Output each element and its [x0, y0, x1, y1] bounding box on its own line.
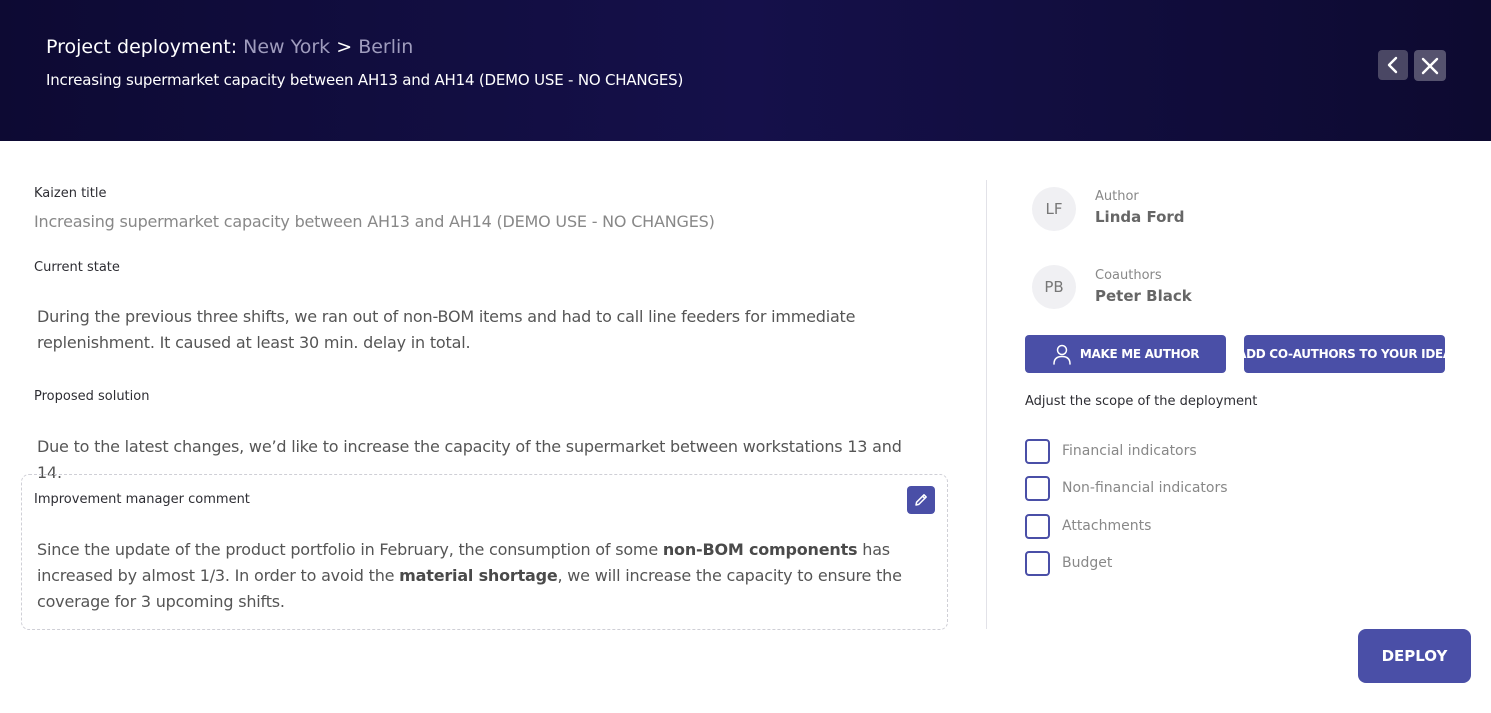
checkbox[interactable] [1025, 438, 1050, 464]
comment-text: Since the update of the product portfoli… [37, 537, 927, 615]
comment-highlight: material shortage [399, 566, 558, 585]
user-icon [1053, 344, 1071, 365]
scope-title: Adjust the scope of the deployment [1025, 394, 1258, 409]
checkbox[interactable] [1025, 550, 1050, 576]
proposed-solution-label: Proposed solution [34, 389, 150, 404]
comment-highlight: non-BOM components [662, 540, 858, 559]
coauthor-avatar: PB [1032, 265, 1076, 309]
scope-option-budget[interactable]: Budget [1025, 550, 1113, 576]
idea-details: Kaizen title Increasing supermarket capa… [0, 141, 986, 713]
coauthor-name: Peter Black [1095, 287, 1192, 305]
scope-option-label: Budget [1062, 555, 1113, 571]
kaizen-title-value: Increasing supermarket capacity between … [34, 212, 715, 231]
author-name: Linda Ford [1095, 208, 1185, 226]
make-me-author-label: MAKE ME AUTHOR [1079, 347, 1200, 361]
scope-option-non-financial[interactable]: Non-financial indicators [1025, 475, 1228, 501]
coauthor-role: Coauthors [1095, 268, 1162, 283]
page-title: Project deployment: New York > Berlin [46, 36, 413, 58]
route-from: New York [243, 36, 331, 58]
title-prefix: Project deployment: [46, 36, 238, 58]
kaizen-title-label: Kaizen title [34, 186, 107, 201]
scope-option-label: Financial indicators [1062, 443, 1197, 459]
current-state-text: During the previous three shifts, we ran… [37, 307, 856, 352]
page-header: Project deployment: New York > Berlin In… [0, 0, 1491, 141]
deploy-button[interactable]: DEPLOY [1358, 629, 1471, 683]
edit-comment-button[interactable] [907, 486, 935, 514]
chevron-left-icon [1387, 56, 1398, 74]
checkbox[interactable] [1025, 513, 1050, 539]
close-button[interactable] [1414, 50, 1446, 81]
close-icon [1421, 57, 1439, 74]
scope-option-label: Attachments [1062, 518, 1152, 534]
scope-option-financial[interactable]: Financial indicators [1025, 438, 1197, 464]
scope-option-label: Non-financial indicators [1062, 480, 1228, 496]
column-divider [986, 180, 987, 629]
current-state-label: Current state [34, 260, 120, 275]
add-coauthors-button[interactable]: ADD CO-AUTHORS TO YOUR IDEA [1237, 335, 1452, 373]
comment-label: Improvement manager comment [34, 492, 250, 507]
route-to: Berlin [358, 36, 414, 58]
scope-option-attachments[interactable]: Attachments [1025, 513, 1152, 539]
page-subtitle: Increasing supermarket capacity between … [46, 71, 684, 89]
author-role: Author [1095, 189, 1139, 204]
add-coauthors-label: ADD CO-AUTHORS TO YOUR IDEA [1237, 347, 1452, 361]
comment-part: Since the update of the product portfoli… [37, 540, 663, 559]
make-me-author-button[interactable]: MAKE ME AUTHOR [1025, 335, 1226, 373]
checkbox[interactable] [1025, 475, 1050, 501]
pencil-icon [915, 494, 927, 506]
route-separator: > [336, 36, 353, 58]
author-avatar: LF [1032, 187, 1076, 231]
deploy-label: DEPLOY [1381, 647, 1448, 665]
back-button[interactable] [1378, 50, 1408, 80]
improvement-comment-box: Improvement manager comment Since the up… [21, 474, 948, 630]
